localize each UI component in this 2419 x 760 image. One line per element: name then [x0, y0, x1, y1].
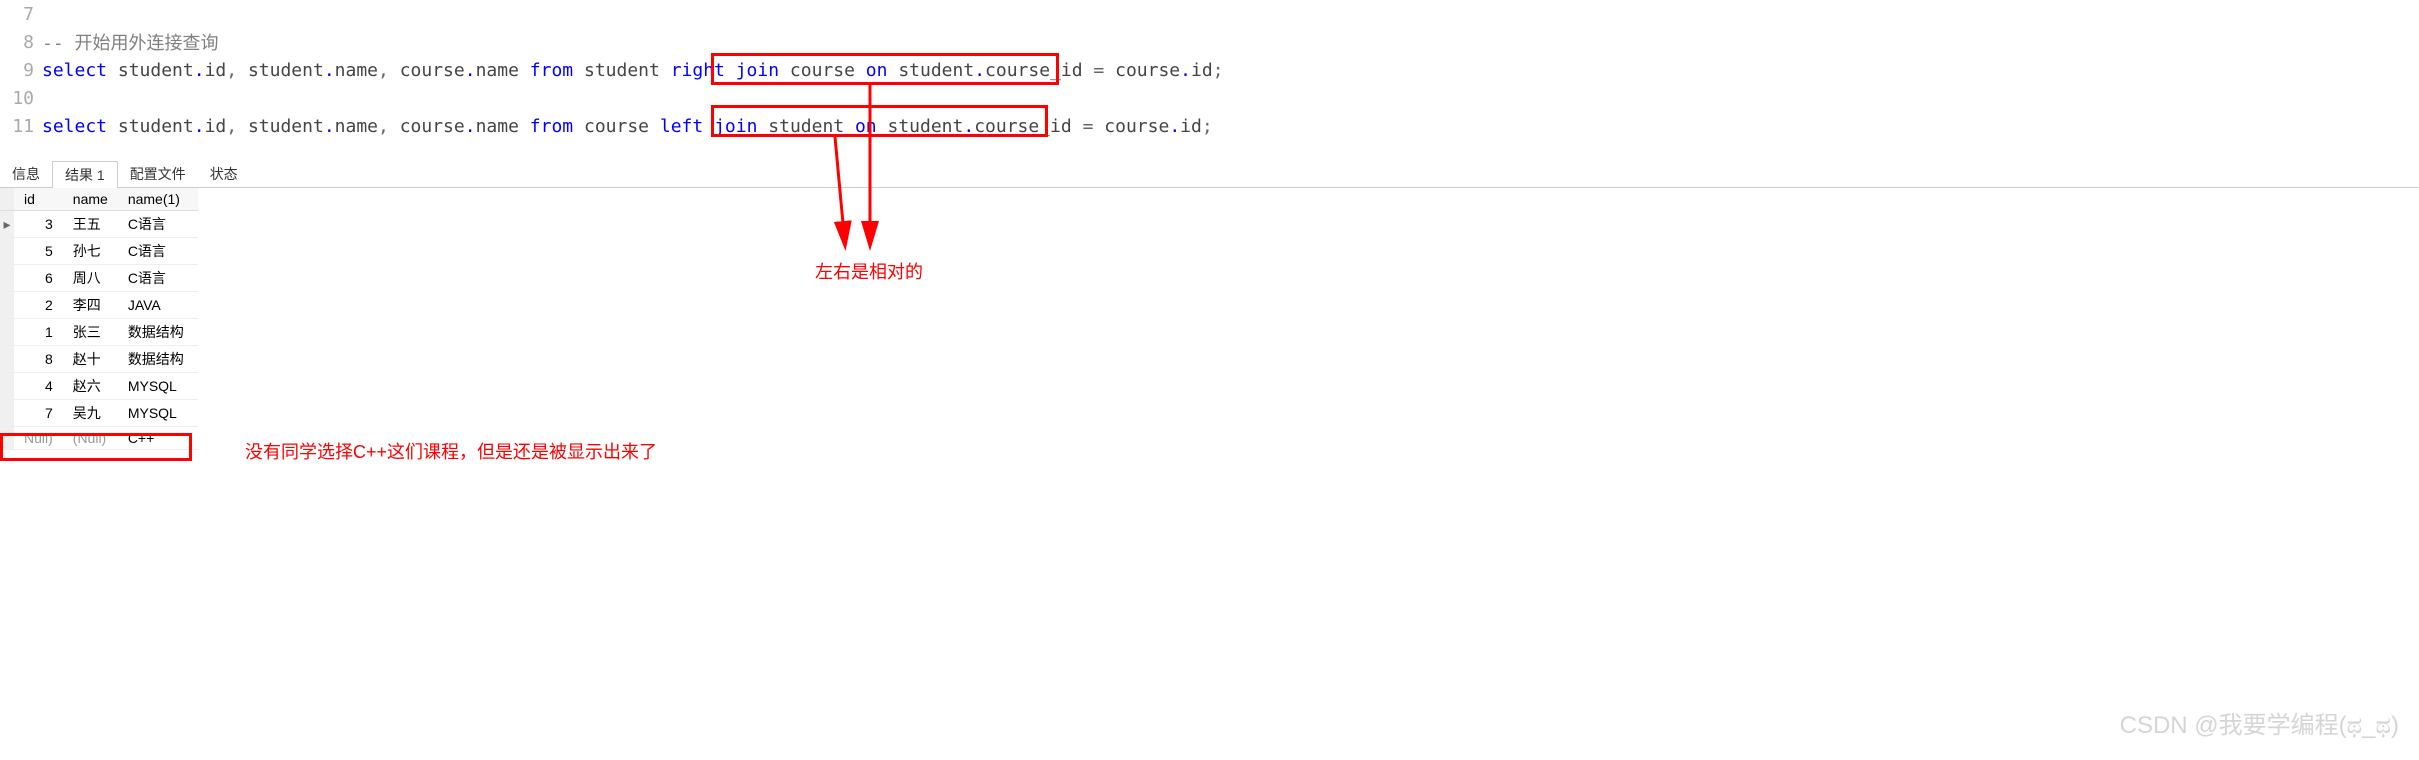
cell-id[interactable]: Null) — [14, 427, 63, 450]
line-number: 10 — [0, 88, 42, 109]
table-row[interactable]: ▸ 3 王五 C语言 — [0, 211, 198, 238]
line-number: 11 — [0, 116, 42, 137]
cell-name1[interactable]: MYSQL — [118, 400, 198, 427]
line-number: 9 — [0, 60, 42, 81]
cell-id[interactable]: 8 — [14, 346, 63, 373]
code-line-8[interactable]: 8 -- 开始用外连接查询 — [0, 28, 2419, 56]
code-line-9[interactable]: 9 select student.id, student.name, cours… — [0, 56, 2419, 84]
row-marker — [0, 427, 14, 450]
cell-name1[interactable]: C++ — [118, 427, 198, 450]
cell-name[interactable]: (Null) — [63, 427, 118, 450]
tab-info[interactable]: 信息 — [0, 161, 52, 187]
cell-name[interactable]: 赵十 — [63, 346, 118, 373]
cell-name1[interactable]: 数据结构 — [118, 346, 198, 373]
cell-id[interactable]: 4 — [14, 373, 63, 400]
row-marker — [0, 346, 14, 373]
table-row[interactable]: 7 吴九 MYSQL — [0, 400, 198, 427]
cell-name1[interactable]: C语言 — [118, 211, 198, 238]
cell-name1[interactable]: 数据结构 — [118, 319, 198, 346]
line-number: 7 — [0, 4, 42, 25]
row-marker — [0, 373, 14, 400]
table-row[interactable]: 1 张三 数据结构 — [0, 319, 198, 346]
table-row[interactable]: 8 赵十 数据结构 — [0, 346, 198, 373]
cell-name[interactable]: 张三 — [63, 319, 118, 346]
column-header-name1[interactable]: name(1) — [118, 188, 198, 211]
table-row[interactable]: 6 周八 C语言 — [0, 265, 198, 292]
tab-status[interactable]: 状态 — [198, 161, 250, 187]
cell-name[interactable]: 吴九 — [63, 400, 118, 427]
cell-name[interactable]: 赵六 — [63, 373, 118, 400]
row-marker — [0, 319, 14, 346]
annotation-cpp-note: 没有同学选择C++这们课程，但是还是被显示出来了 — [245, 438, 657, 464]
sql-comment: -- 开始用外连接查询 — [42, 29, 219, 55]
cell-id[interactable]: 3 — [14, 211, 63, 238]
table-row[interactable]: 2 李四 JAVA — [0, 292, 198, 319]
row-marker — [0, 265, 14, 292]
cell-id[interactable]: 1 — [14, 319, 63, 346]
cell-name1[interactable]: MYSQL — [118, 373, 198, 400]
cell-id[interactable]: 2 — [14, 292, 63, 319]
row-marker — [0, 400, 14, 427]
table-row[interactable]: 5 孙七 C语言 — [0, 238, 198, 265]
cell-id[interactable]: 5 — [14, 238, 63, 265]
column-header-id[interactable]: id — [14, 188, 63, 211]
cell-name[interactable]: 孙七 — [63, 238, 118, 265]
watermark: CSDN @我要学编程(ಥ_ಥ) — [2120, 705, 2399, 740]
cell-name[interactable]: 周八 — [63, 265, 118, 292]
cell-id[interactable]: 7 — [14, 400, 63, 427]
annotation-relative-text: 左右是相对的 — [815, 258, 923, 284]
row-marker — [0, 238, 14, 265]
cell-name1[interactable]: JAVA — [118, 292, 198, 319]
cell-id[interactable]: 6 — [14, 265, 63, 292]
result-tabs: 信息 结果 1 配置文件 状态 — [0, 160, 2419, 188]
cell-name1[interactable]: C语言 — [118, 238, 198, 265]
code-line-10[interactable]: 10 — [0, 84, 2419, 112]
cell-name[interactable]: 王五 — [63, 211, 118, 238]
cell-name[interactable]: 李四 — [63, 292, 118, 319]
line-number: 8 — [0, 32, 42, 53]
tab-result[interactable]: 结果 1 — [52, 161, 118, 188]
table-row[interactable]: 4 赵六 MYSQL — [0, 373, 198, 400]
tab-profile[interactable]: 配置文件 — [118, 161, 198, 187]
code-line-11[interactable]: 11 select student.id, student.name, cour… — [0, 112, 2419, 140]
results-panel: 信息 结果 1 配置文件 状态 id name name(1) ▸ 3 王五 C… — [0, 160, 2419, 450]
row-marker — [0, 292, 14, 319]
row-marker: ▸ — [0, 211, 14, 238]
sql-statement-1: select student.id, student.name, course.… — [42, 60, 1224, 81]
table-header-row: id name name(1) — [0, 188, 198, 211]
sql-statement-2: select student.id, student.name, course.… — [42, 116, 1213, 137]
result-table[interactable]: id name name(1) ▸ 3 王五 C语言 5 孙七 C语言 6 周八… — [0, 188, 198, 450]
table-row[interactable]: Null) (Null) C++ — [0, 427, 198, 450]
code-line-7[interactable]: 7 — [0, 0, 2419, 28]
cell-name1[interactable]: C语言 — [118, 265, 198, 292]
column-header-name[interactable]: name — [63, 188, 118, 211]
code-editor[interactable]: 7 8 -- 开始用外连接查询 9 select student.id, stu… — [0, 0, 2419, 140]
